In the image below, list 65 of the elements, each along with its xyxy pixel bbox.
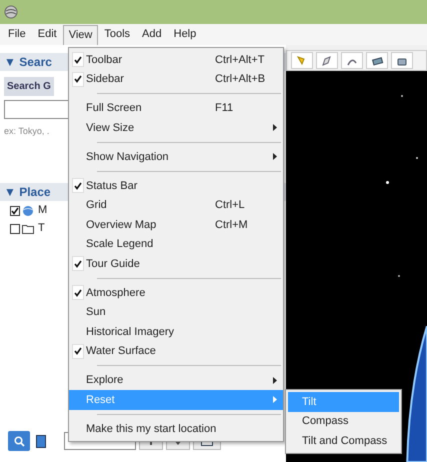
search-toggle-button[interactable] [8, 431, 30, 451]
menu-bar-item[interactable]: Add [136, 24, 168, 44]
shortcut-label: F11 [215, 101, 234, 116]
menu-item[interactable]: Overview Map Ctrl+M [69, 215, 283, 234]
tree-item-label[interactable]: M [36, 202, 48, 219]
panel-icon [36, 434, 46, 448]
menu-item-label: Water Surface [86, 344, 156, 359]
menu-bar-item[interactable]: Edit [32, 24, 63, 44]
menu-item[interactable]: Full Screen F11 [69, 98, 283, 118]
overlay-icon [370, 54, 384, 66]
menu-bar-item[interactable]: View [62, 24, 98, 44]
menu-item-label: Show Navigation [86, 150, 169, 164]
menu-item-label: Grid [86, 198, 107, 213]
menu-item[interactable]: Compass [288, 412, 399, 431]
search-icon [14, 436, 24, 446]
menu-item-label: View Size [86, 120, 134, 136]
menu-item-label: Sidebar [86, 72, 124, 87]
menu-item[interactable]: View Size [69, 118, 283, 138]
menu-item-label: Sun [86, 305, 106, 320]
checkbox[interactable] [10, 206, 20, 216]
menu-item-label: Atmosphere [86, 286, 146, 300]
menu-item-label: Historical Imagery [86, 324, 174, 340]
menu-item[interactable]: Water Surface [69, 342, 283, 361]
menu-bar-item[interactable]: Help [168, 24, 202, 44]
add-tour-button[interactable] [391, 52, 413, 69]
menu-item[interactable]: Scale Legend [69, 234, 283, 254]
add-polygon-button[interactable] [316, 52, 338, 69]
menu-item[interactable]: Atmosphere [69, 283, 283, 302]
menu-item[interactable]: Historical Imagery [69, 322, 283, 342]
menu-item[interactable]: Make this my start location [69, 419, 283, 438]
checkbox[interactable] [10, 224, 20, 234]
folder-icon [22, 224, 34, 234]
search-hint: ex: Tokyo, . [4, 125, 50, 138]
polygon-icon [320, 54, 334, 66]
add-overlay-button[interactable] [366, 52, 388, 69]
menu-bar-item[interactable]: File [2, 24, 32, 44]
menu-item-label: Scale Legend [86, 237, 154, 252]
menu-item[interactable]: Status Bar [69, 176, 283, 196]
menu-item-label: Tour Guide [86, 256, 140, 272]
menu-item-label: Overview Map [86, 218, 156, 232]
add-pin-button[interactable] [291, 52, 313, 69]
menu-item-label: Status Bar [86, 178, 138, 194]
menu-item[interactable]: Explore [69, 370, 283, 390]
shortcut-label: Ctrl+L [215, 198, 246, 213]
menu-item[interactable]: Grid Ctrl+L [69, 196, 283, 215]
menu-item[interactable]: Tour Guide [69, 254, 283, 274]
tree-item-label[interactable]: T [36, 220, 45, 237]
menu-item-label: Full Screen [86, 101, 142, 116]
menu-item-label: Make this my start location [86, 422, 216, 436]
menu-item[interactable]: Toolbar Ctrl+Alt+T [69, 50, 283, 70]
menu-item-label: Toolbar [86, 52, 122, 68]
menu-item[interactable]: Sidebar Ctrl+Alt+B [69, 70, 283, 89]
globe-icon [22, 204, 34, 216]
menu-item[interactable]: Show Navigation [69, 147, 283, 166]
menu-item[interactable]: Tilt and Compass [288, 431, 399, 450]
app-globe-icon [4, 5, 18, 19]
shortcut-label: Ctrl+Alt+B [215, 72, 266, 87]
shortcut-label: Ctrl+Alt+T [215, 52, 266, 68]
menu-item-label: Explore [86, 373, 124, 388]
add-path-button[interactable] [341, 52, 363, 69]
search-tab[interactable]: Search G [4, 77, 54, 96]
menu-item[interactable]: Sun [69, 302, 283, 322]
menu-bar-item[interactable]: Tools [98, 24, 136, 44]
menu-item-label: Reset [86, 392, 115, 408]
shortcut-label: Ctrl+M [215, 218, 249, 232]
